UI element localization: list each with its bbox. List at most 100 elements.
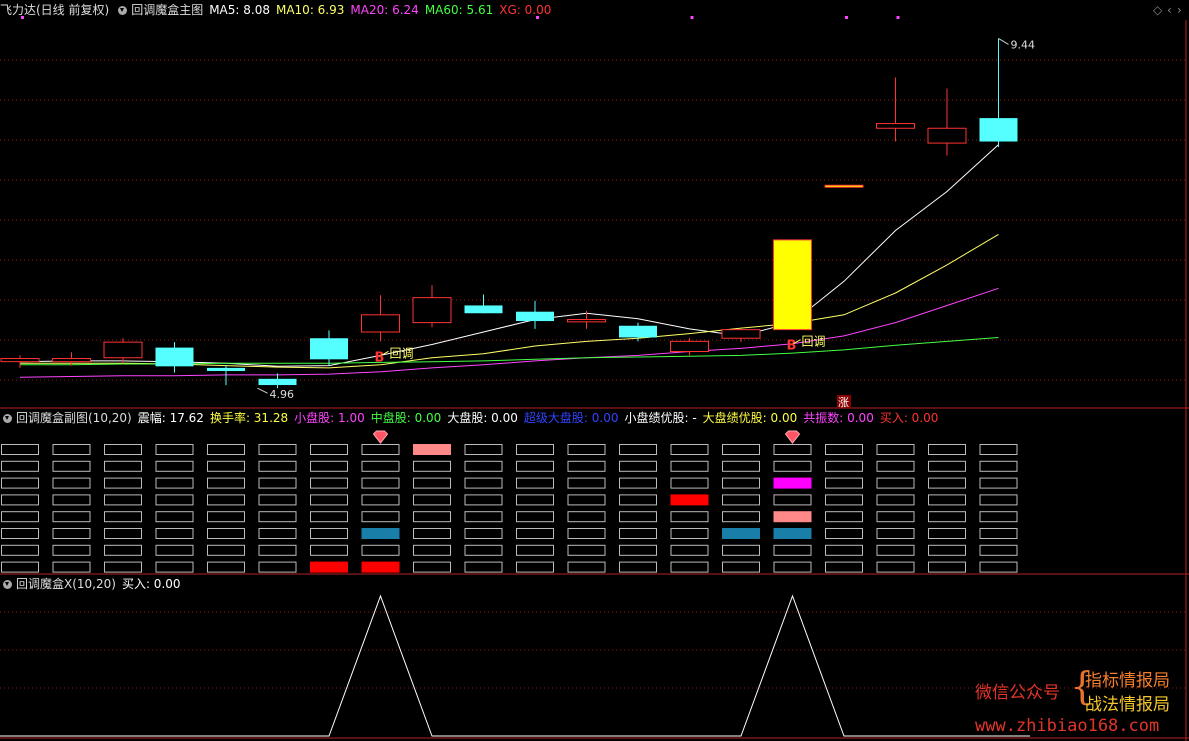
signal-box	[361, 544, 400, 556]
signal-box	[1, 444, 39, 455]
signal-box	[722, 511, 760, 523]
small-cap-value: 小盘股: 1.00	[294, 411, 365, 425]
signal-box	[670, 511, 709, 523]
signal-box	[258, 561, 297, 573]
signal-box	[361, 477, 400, 489]
indicator-menu-icon[interactable]	[118, 5, 128, 15]
sub2-buy-value: 买入: 0.00	[121, 577, 181, 591]
signal-box	[104, 511, 142, 523]
signal-box	[310, 511, 348, 523]
signal-box	[773, 444, 812, 455]
signal-box	[310, 460, 348, 472]
candle-body	[619, 325, 657, 338]
signal-box	[567, 511, 606, 523]
signal-box	[258, 494, 297, 506]
candlesticks	[0, 38, 1018, 389]
signal-box-filled	[773, 477, 812, 489]
indicator-menu-icon[interactable]	[3, 579, 12, 589]
signal-box	[52, 460, 91, 472]
signal-box	[516, 477, 554, 489]
signal-box	[876, 460, 915, 472]
signal-box	[52, 561, 91, 573]
signal-box-filled	[361, 528, 400, 539]
signal-box	[104, 561, 142, 573]
small-cap-bluechip-value: 小盘绩优股: -	[624, 411, 697, 425]
signal-box	[928, 511, 966, 523]
signal-box	[310, 544, 348, 556]
signal-box	[619, 511, 657, 523]
candle	[773, 239, 812, 331]
signal-box	[670, 477, 709, 489]
low-marker	[257, 387, 268, 394]
signal-box	[928, 544, 966, 556]
gem-icon	[784, 430, 801, 444]
signal-box	[104, 528, 142, 539]
candle-body	[258, 378, 297, 386]
signal-box	[310, 444, 348, 455]
signal-box	[567, 528, 606, 539]
candle	[927, 88, 967, 156]
candle-body	[207, 367, 245, 372]
high-label: 9.44	[1011, 38, 1036, 51]
high-marker	[998, 38, 1009, 45]
signal-box	[979, 477, 1018, 489]
candle	[516, 300, 554, 329]
signal-box	[773, 460, 812, 472]
main-indicator-name[interactable]: 回调魔盒主图	[131, 0, 203, 20]
diamond-icon[interactable]: ◇	[1153, 3, 1162, 17]
signal-box	[619, 460, 657, 472]
signal-box	[361, 494, 400, 506]
signal-box	[722, 544, 760, 556]
chevron-left-icon[interactable]: ‹	[1167, 3, 1172, 17]
ma60-value: MA60: 5.61	[424, 3, 494, 17]
candle-body	[721, 329, 761, 339]
signal-box	[928, 561, 966, 573]
signal-box	[155, 477, 194, 489]
signal-box	[773, 561, 812, 573]
watermark-brand1: 指标情报局	[1085, 671, 1170, 691]
signal-box	[773, 544, 812, 556]
signal-box	[928, 460, 966, 472]
signal-box	[928, 528, 966, 539]
signal-box	[619, 561, 657, 573]
signal-box	[876, 511, 915, 523]
signal-box	[516, 528, 554, 539]
candle-body	[927, 127, 967, 144]
signal-box	[928, 494, 966, 506]
signal-box	[567, 477, 606, 489]
signal-box	[516, 444, 554, 455]
signal-box	[464, 544, 503, 556]
signal-box	[516, 494, 554, 506]
amplitude-value: 震幅: 17.62	[137, 411, 204, 425]
sub1-indicator-name[interactable]: 回调魔盒副图(10,20)	[16, 408, 132, 428]
signal-box	[258, 477, 297, 489]
candle-body	[310, 338, 348, 360]
signal-box	[258, 511, 297, 523]
signal-box	[155, 511, 194, 523]
signal-box	[825, 561, 863, 573]
x-signal-line	[0, 594, 1030, 737]
xg-value: XG: 0.00	[499, 3, 552, 17]
sub2-indicator-name[interactable]: 回调魔盒X(10,20)	[16, 574, 116, 594]
candle	[258, 373, 297, 389]
signal-box	[207, 511, 245, 523]
chart-canvas: 9.444.96B 回调 B 回调涨	[0, 16, 1189, 741]
signal-box	[52, 511, 91, 523]
signal-box	[1, 477, 39, 489]
signal-box	[52, 444, 91, 455]
signal-box	[567, 494, 606, 506]
candle-body	[824, 184, 864, 188]
turnover-value: 换手率: 31.28	[209, 411, 289, 425]
candle-body	[361, 314, 400, 333]
chevron-right-icon[interactable]: ›	[1177, 3, 1182, 17]
candle-body	[52, 358, 91, 363]
indicator-menu-icon[interactable]	[3, 413, 12, 423]
signal-box	[979, 528, 1018, 539]
signal-box	[876, 528, 915, 539]
signal-box	[825, 544, 863, 556]
watermark: 微信公众号 { 指标情报局 战法情报局 www.zhibiao168.com	[975, 664, 1185, 740]
signal-box	[722, 561, 760, 573]
candle-body	[412, 297, 452, 324]
signal-box	[825, 460, 863, 472]
candle-body	[567, 319, 606, 323]
